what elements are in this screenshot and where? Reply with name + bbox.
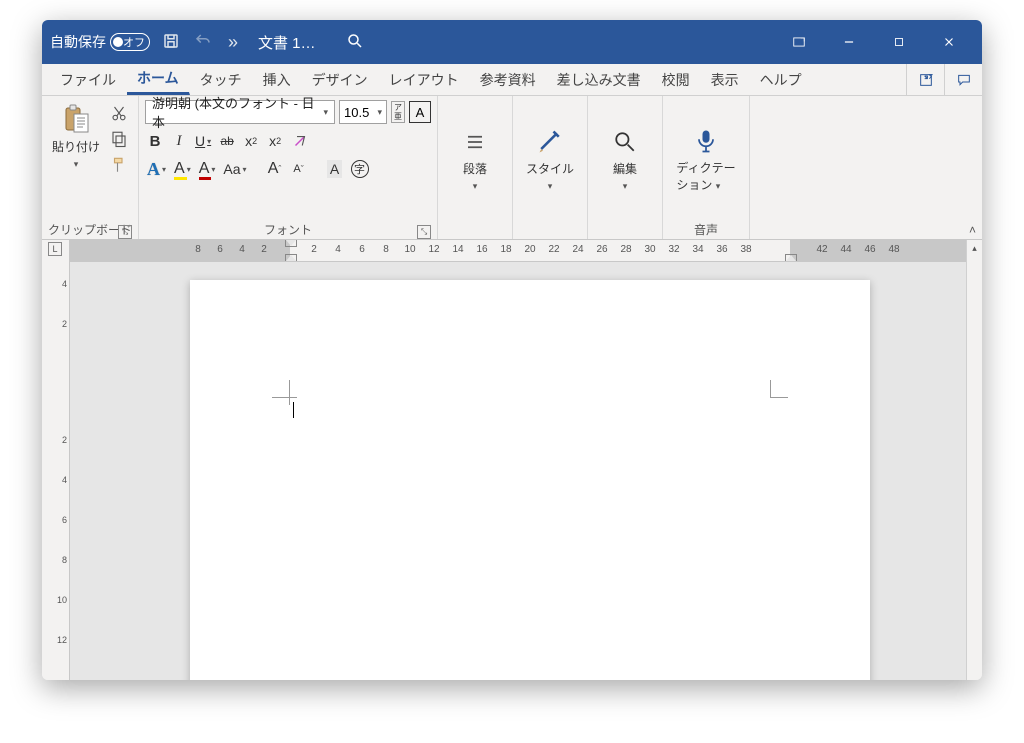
paste-button[interactable]: 貼り付け ▾	[48, 100, 104, 172]
tab-mailings[interactable]: 差し込み文書	[547, 64, 652, 95]
ribbon-display-options-icon[interactable]	[774, 20, 824, 64]
chevron-down-icon: ▾	[623, 181, 628, 192]
scroll-up-icon[interactable]: ▴	[967, 240, 982, 256]
chevron-down-icon: ▾	[74, 159, 79, 170]
tab-view[interactable]: 表示	[701, 64, 750, 95]
clear-formatting-button[interactable]	[289, 130, 311, 152]
title-bar: 自動保存 オフ » 文書 1…	[42, 20, 982, 64]
tab-file[interactable]: ファイル	[50, 64, 127, 95]
maximize-button[interactable]	[874, 20, 924, 64]
group-font-label: フォント	[264, 221, 312, 238]
tab-insert[interactable]: 挿入	[253, 64, 302, 95]
tab-review[interactable]: 校閲	[652, 64, 701, 95]
undo-icon[interactable]	[194, 32, 212, 53]
text-effects-button[interactable]: A▾	[145, 158, 168, 180]
group-dictation: ディクテーション ▾ 音声	[663, 96, 750, 239]
autosave-label: 自動保存	[50, 32, 106, 52]
tab-touch[interactable]: タッチ	[190, 64, 253, 95]
save-icon[interactable]	[162, 32, 180, 53]
bold-button[interactable]: B	[145, 130, 165, 152]
group-styles: スタイル ▾	[513, 96, 588, 239]
copy-icon[interactable]	[110, 130, 128, 148]
tab-home[interactable]: ホーム	[127, 64, 190, 95]
document-area[interactable]	[70, 262, 982, 680]
qat-overflow-icon[interactable]: »	[228, 32, 238, 53]
text-cursor	[293, 402, 294, 418]
format-painter-icon[interactable]	[110, 156, 128, 174]
grow-font-button[interactable]: Aˆ	[265, 158, 285, 180]
group-editing: 編集 ▾	[588, 96, 663, 239]
styles-label: スタイル	[526, 160, 574, 177]
quick-access-toolbar	[162, 32, 212, 53]
share-button[interactable]	[906, 64, 944, 95]
superscript-button[interactable]: x2	[265, 130, 285, 152]
enclosed-char-button[interactable]: 字	[349, 158, 371, 180]
char-border-button[interactable]: A	[409, 101, 431, 123]
highlight-button[interactable]: A▾	[172, 158, 193, 180]
group-paragraph: 段落 ▾	[438, 96, 513, 239]
tab-references[interactable]: 参考資料	[470, 64, 547, 95]
font-color-button[interactable]: A▾	[197, 158, 218, 180]
clipboard-launcher-icon[interactable]: ⤡	[118, 225, 132, 239]
margin-mark-tr	[770, 380, 788, 398]
underline-button[interactable]: U▾	[193, 130, 213, 152]
group-voice-label: 音声	[694, 221, 718, 238]
paragraph-button[interactable]: 段落 ▾	[444, 100, 506, 219]
vertical-ruler[interactable]: L 4224681012	[42, 240, 70, 680]
tab-design[interactable]: デザイン	[302, 64, 379, 95]
minimize-button[interactable]	[824, 20, 874, 64]
search-icon[interactable]	[346, 32, 364, 53]
ribbon: 貼り付け ▾ クリップボード ⤡	[42, 96, 982, 240]
shrink-font-button[interactable]: Aˇ	[289, 158, 309, 180]
collapse-ribbon-icon[interactable]: ˄	[969, 223, 976, 237]
chevron-down-icon: ▾	[473, 181, 478, 192]
cut-icon[interactable]	[110, 104, 128, 122]
font-launcher-icon[interactable]: ⤡	[417, 225, 431, 239]
paragraph-label: 段落	[463, 160, 487, 177]
group-clipboard: 貼り付け ▾ クリップボード ⤡	[42, 96, 139, 239]
phonetic-guide-button[interactable]: ア 亜	[391, 101, 405, 123]
tab-help[interactable]: ヘルプ	[750, 64, 813, 95]
dictation-button[interactable]: ディクテーション ▾	[669, 100, 743, 219]
ribbon-tabs: ファイル ホーム タッチ 挿入 デザイン レイアウト 参考資料 差し込み文書 校…	[42, 64, 982, 96]
page[interactable]	[190, 280, 870, 680]
tab-layout[interactable]: レイアウト	[379, 64, 470, 95]
chevron-down-icon: ▾	[548, 181, 553, 192]
editing-button[interactable]: 編集 ▾	[594, 100, 656, 219]
italic-button[interactable]: I	[169, 130, 189, 152]
paste-label: 貼り付け	[52, 138, 100, 155]
styles-button[interactable]: スタイル ▾	[519, 100, 581, 219]
change-case-button[interactable]: Aa▾	[221, 158, 248, 180]
font-size-combo[interactable]: 10.5▾	[339, 100, 387, 124]
comments-button[interactable]	[944, 64, 982, 95]
editing-label: 編集	[613, 160, 637, 177]
tab-selector[interactable]: L	[48, 242, 62, 256]
font-name-combo[interactable]: 游明朝 (本文のフォント - 日本▾	[145, 100, 335, 124]
document-title: 文書 1…	[258, 32, 316, 53]
close-button[interactable]	[924, 20, 974, 64]
app-window: 自動保存 オフ » 文書 1…	[42, 20, 982, 680]
subscript-button[interactable]: x2	[241, 130, 261, 152]
window-controls	[774, 20, 974, 64]
chevron-down-icon: ▾	[716, 181, 721, 191]
strikethrough-button[interactable]: ab	[217, 130, 237, 152]
char-shading-button[interactable]: A	[325, 158, 345, 180]
autosave-toggle[interactable]: オフ	[110, 33, 150, 51]
margin-mark-tl	[272, 380, 290, 398]
group-font: 游明朝 (本文のフォント - 日本▾ 10.5▾ ア 亜 A B I	[139, 96, 438, 239]
workspace: 8642246810121416182022242628303234363842…	[42, 240, 982, 680]
autosave[interactable]: 自動保存 オフ	[50, 32, 150, 52]
vertical-scrollbar[interactable]: ▴	[966, 240, 982, 680]
